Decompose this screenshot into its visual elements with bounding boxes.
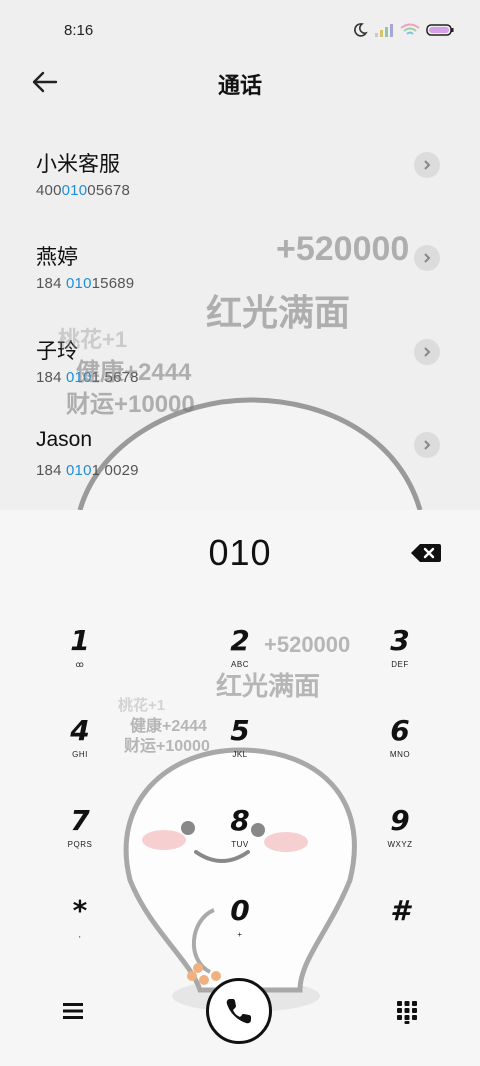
watermark-peach: 桃花+1	[58, 327, 128, 352]
backspace-icon[interactable]	[410, 542, 442, 564]
dialer-panel: 010 +520000 红光满面 桃花+1 健康+2444 财运+10000 1…	[0, 510, 480, 1066]
moon-icon	[354, 23, 368, 37]
key-6[interactable]: 6 MNO	[340, 714, 460, 786]
wifi-icon	[400, 23, 420, 35]
watermark-wealth: 财运+10000	[66, 391, 195, 418]
signal-icon	[375, 24, 393, 37]
call-button[interactable]	[206, 978, 272, 1044]
status-bar: 8:16	[0, 0, 480, 60]
contact-detail-chevron-icon[interactable]	[414, 339, 440, 365]
status-icons	[352, 22, 454, 38]
contact-number: 184 01015689	[36, 275, 135, 292]
key-0[interactable]: 0 +	[180, 894, 300, 966]
key-hash[interactable]: #	[340, 894, 460, 966]
contact-detail-chevron-icon[interactable]	[414, 245, 440, 271]
key-1[interactable]: 1ꝏ	[20, 624, 140, 696]
contact-row[interactable]: 小米客服 40001005678	[0, 148, 480, 220]
dialer-action-bar	[0, 970, 480, 1050]
dialpad-icon[interactable]	[396, 1000, 418, 1024]
contact-number: 184 0101 0029	[36, 462, 139, 479]
key-7[interactable]: 7 PQRS	[20, 804, 140, 876]
contact-name: Jason	[36, 428, 93, 451]
key-3[interactable]: 3 DEF	[340, 624, 460, 696]
contact-detail-chevron-icon[interactable]	[414, 432, 440, 458]
call-list-panel: 8:16 通话 小米客服 40001005678 燕婷 184 01015689…	[0, 0, 480, 510]
watermark-face: 红光满面	[206, 292, 351, 333]
phone-icon	[226, 999, 251, 1024]
contact-detail-chevron-icon[interactable]	[414, 152, 440, 178]
key-9[interactable]: 9 WXYZ	[340, 804, 460, 876]
status-time: 8:16	[64, 22, 94, 39]
key-8[interactable]: 8 TUV	[180, 804, 300, 876]
dialed-number[interactable]: 010	[0, 532, 480, 574]
watermark-big: +520000	[276, 230, 410, 268]
contact-number: 40001005678	[36, 182, 130, 199]
watermark-health: 健康+2444	[76, 359, 192, 386]
contact-name: 小米客服	[36, 153, 120, 176]
contact-row[interactable]: Jason 184 0101 0029	[0, 428, 480, 500]
page-title: 通话	[217, 73, 262, 98]
header-bar: 通话	[0, 60, 480, 106]
hamburger-menu-icon[interactable]	[62, 1002, 84, 1020]
key-star[interactable]: *,	[20, 894, 140, 966]
battery-icon	[426, 24, 454, 36]
key-4[interactable]: 4 GHI	[20, 714, 140, 786]
key-2[interactable]: 2 ABC	[180, 624, 300, 696]
key-5[interactable]: 5 JKL	[180, 714, 300, 786]
contact-name: 燕婷	[36, 246, 78, 269]
